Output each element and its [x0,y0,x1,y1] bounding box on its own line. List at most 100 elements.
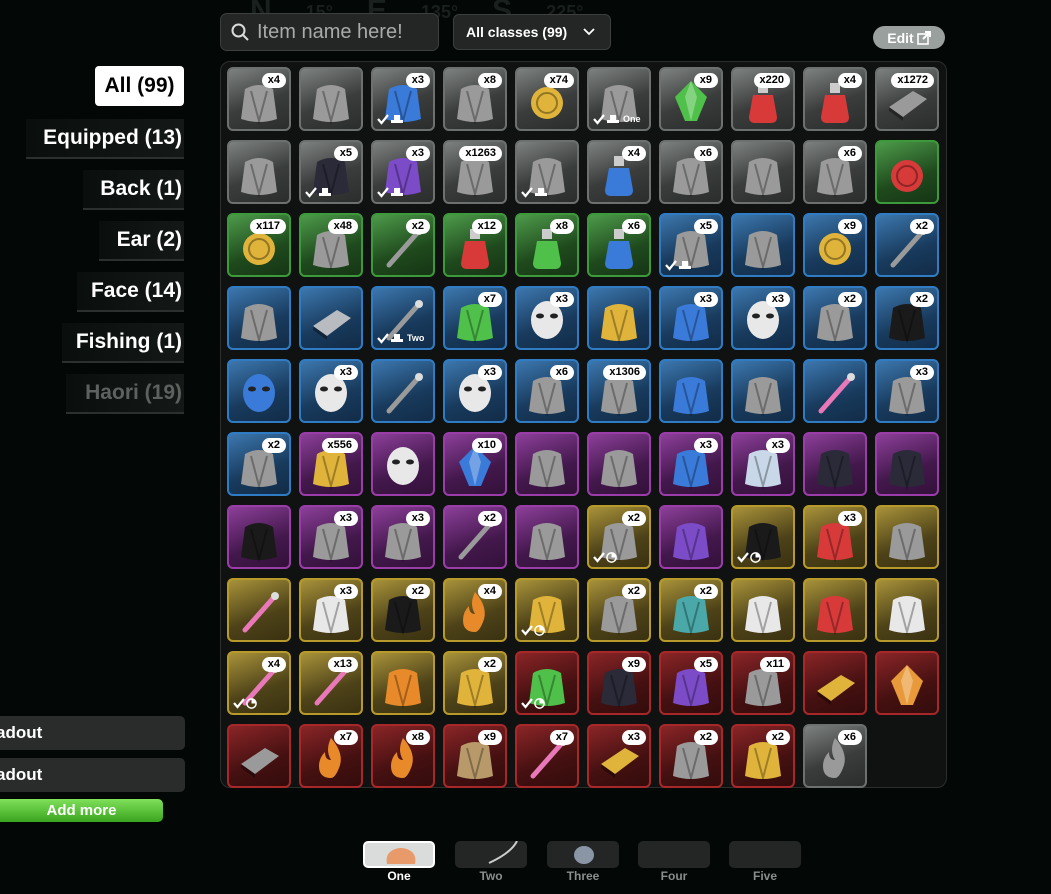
inventory-slot[interactable] [227,140,291,204]
inventory-slot[interactable] [731,140,795,204]
class-filter-dropdown[interactable]: All classes (99) [453,14,611,50]
inventory-slot[interactable]: x8 [443,67,507,131]
inventory-slot[interactable] [875,505,939,569]
inventory-slot[interactable]: x6 [803,724,867,788]
inventory-slot[interactable]: x48 [299,213,363,277]
search-input[interactable] [255,19,429,45]
inventory-slot[interactable]: x5 [299,140,363,204]
inventory-slot[interactable]: x4 [227,651,291,715]
inventory-slot[interactable] [371,651,435,715]
inventory-slot[interactable] [227,578,291,642]
inventory-slot[interactable] [875,651,939,715]
inventory-slot[interactable]: x2 [803,286,867,350]
inventory-slot[interactable]: x2 [443,651,507,715]
inventory-slot[interactable] [227,505,291,569]
inventory-slot[interactable]: x8 [515,213,579,277]
search-box[interactable] [220,13,439,51]
inventory-slot[interactable]: x2 [731,724,795,788]
inventory-slot[interactable] [371,359,435,423]
inventory-slot[interactable]: x2 [443,505,507,569]
inventory-slot[interactable] [299,286,363,350]
inventory-slot[interactable]: x3 [659,286,723,350]
inventory-slot[interactable]: x9 [443,724,507,788]
category-face[interactable]: Face (14) [77,272,184,312]
hotbar-slot-one[interactable] [363,841,435,868]
inventory-slot[interactable]: x2 [875,286,939,350]
inventory-slot[interactable] [227,724,291,788]
inventory-slot[interactable]: x8 [371,724,435,788]
hotbar-slot-two[interactable] [455,841,527,868]
inventory-slot[interactable]: x6 [659,140,723,204]
inventory-slot[interactable]: x2 [227,432,291,496]
inventory-slot[interactable]: x5 [659,651,723,715]
inventory-slot[interactable] [875,578,939,642]
inventory-slot[interactable]: x2 [659,578,723,642]
hotbar-slot-four[interactable] [638,841,710,868]
category-ear[interactable]: Ear (2) [99,221,184,261]
inventory-slot[interactable]: x3 [515,286,579,350]
edit-button[interactable]: Edit [873,26,945,49]
inventory-slot[interactable] [731,213,795,277]
inventory-slot[interactable]: x3 [371,67,435,131]
inventory-slot[interactable]: x3 [803,505,867,569]
inventory-slot[interactable]: x3 [371,505,435,569]
inventory-slot[interactable]: x12 [443,213,507,277]
inventory-slot[interactable]: x2 [371,213,435,277]
inventory-slot[interactable]: x1306 [587,359,651,423]
inventory-slot[interactable] [227,286,291,350]
inventory-slot[interactable] [803,578,867,642]
inventory-slot[interactable] [803,432,867,496]
inventory-slot[interactable]: x4 [803,67,867,131]
inventory-slot[interactable]: x4 [227,67,291,131]
inventory-slot[interactable]: x13 [299,651,363,715]
inventory-slot[interactable]: x3 [731,286,795,350]
inventory-slot[interactable]: x3 [371,140,435,204]
inventory-slot[interactable]: x11 [731,651,795,715]
inventory-slot[interactable]: x6 [515,359,579,423]
inventory-slot[interactable] [803,359,867,423]
inventory-slot[interactable] [731,578,795,642]
inventory-slot[interactable] [731,505,795,569]
inventory-slot[interactable]: x117 [227,213,291,277]
inventory-slot[interactable] [875,432,939,496]
inventory-slot[interactable] [515,432,579,496]
inventory-slot[interactable]: x7 [515,724,579,788]
inventory-slot[interactable]: One [587,67,651,131]
inventory-slot[interactable] [587,286,651,350]
inventory-slot[interactable] [659,359,723,423]
inventory-slot[interactable]: x556 [299,432,363,496]
inventory-slot[interactable]: x4 [587,140,651,204]
inventory-slot[interactable]: x10 [443,432,507,496]
inventory-slot[interactable]: x3 [659,432,723,496]
inventory-slot[interactable]: x7 [443,286,507,350]
inventory-slot[interactable] [227,359,291,423]
inventory-slot[interactable]: x3 [875,359,939,423]
loadout-button-1[interactable]: adout [0,716,185,750]
inventory-slot[interactable]: x74 [515,67,579,131]
inventory-slot[interactable]: x2 [659,724,723,788]
inventory-slot[interactable]: x3 [731,432,795,496]
inventory-slot[interactable]: x2 [371,578,435,642]
inventory-slot[interactable]: x9 [659,67,723,131]
inventory-slot[interactable]: x5 [659,213,723,277]
inventory-slot[interactable] [515,651,579,715]
inventory-slot[interactable]: x2 [587,505,651,569]
category-fishing[interactable]: Fishing (1) [62,323,184,363]
inventory-slot[interactable]: x3 [299,359,363,423]
inventory-slot[interactable] [875,140,939,204]
inventory-slot[interactable]: x6 [803,140,867,204]
hotbar-slot-five[interactable] [729,841,801,868]
inventory-slot[interactable] [731,359,795,423]
inventory-slot[interactable]: x1272 [875,67,939,131]
inventory-slot[interactable] [515,578,579,642]
category-haori[interactable]: Haori (19) [66,374,184,414]
inventory-slot[interactable] [515,140,579,204]
inventory-slot[interactable]: x9 [803,213,867,277]
add-more-button[interactable]: Add more [0,799,163,822]
inventory-slot[interactable]: x9 [587,651,651,715]
inventory-slot[interactable]: x2 [587,578,651,642]
inventory-slot[interactable] [803,651,867,715]
category-equipped[interactable]: Equipped (13) [26,119,184,159]
inventory-slot[interactable]: x220 [731,67,795,131]
inventory-slot[interactable]: x4 [443,578,507,642]
